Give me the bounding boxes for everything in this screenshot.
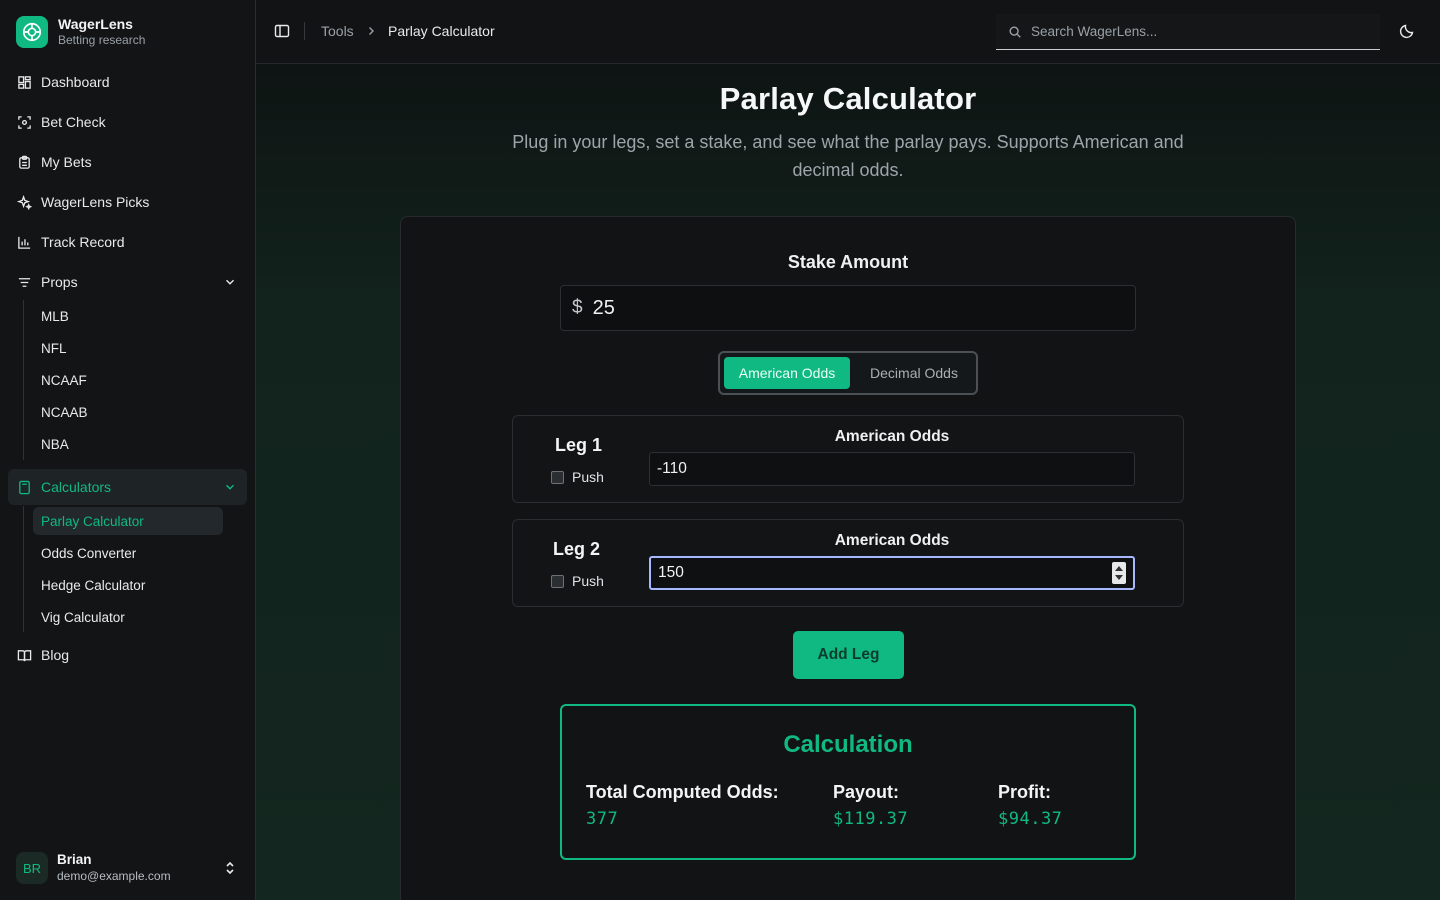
sidebar-item-label: Bet Check	[41, 114, 106, 130]
push-checkbox[interactable]	[551, 574, 564, 588]
total-odds-value: 377	[586, 809, 619, 829]
main-content: Parlay Calculator Plug in your legs, set…	[256, 65, 1440, 900]
sidebar-item-label: Calculators	[41, 479, 112, 495]
push-label: Push	[572, 573, 604, 589]
leg-card: Leg 2 Push American Odds	[512, 519, 1184, 607]
leg-title: Leg 1	[555, 435, 603, 455]
user-email: demo@example.com	[57, 869, 171, 883]
page-title: Parlay Calculator	[719, 81, 977, 116]
push-checkbox-row[interactable]: Push	[551, 573, 604, 589]
avatar: BR	[16, 852, 48, 884]
user-name: Brian	[57, 852, 92, 867]
sidebar-item-dashboard[interactable]: Dashboard	[8, 66, 247, 98]
moon-icon[interactable]	[1399, 23, 1415, 39]
payout-label: Payout:	[833, 782, 900, 802]
calculators-subnav-line	[23, 506, 24, 632]
push-checkbox-row[interactable]: Push	[551, 469, 604, 485]
leg-title: Leg 2	[553, 539, 601, 559]
leg-2-odds-input[interactable]	[658, 564, 1098, 582]
search-input[interactable]	[1031, 24, 1351, 39]
topbar: Tools Parlay Calculator	[256, 0, 1440, 64]
profit-label: Profit:	[998, 782, 1051, 802]
stake-input[interactable]	[592, 296, 1093, 320]
book-icon	[17, 649, 32, 661]
sidebar-item-label: Props	[41, 274, 78, 290]
brand-name: WagerLens	[58, 16, 133, 32]
calculation-title: Calculation	[783, 731, 913, 758]
search-icon	[1009, 25, 1021, 38]
scan-icon	[18, 115, 31, 129]
push-label: Push	[572, 469, 604, 485]
sidebar-toggle-icon[interactable]	[274, 23, 290, 39]
sidebar-item-my-bets[interactable]: My Bets	[8, 146, 247, 178]
push-checkbox[interactable]	[551, 470, 564, 484]
search-bar[interactable]	[996, 14, 1380, 50]
breadcrumb-tools[interactable]: Tools	[321, 22, 354, 40]
brand-subtitle: Betting research	[58, 33, 146, 47]
sidebar-subitem-ncaab[interactable]: NCAAB	[33, 398, 223, 426]
stake-label: Stake Amount	[787, 252, 909, 272]
add-leg-button[interactable]: Add Leg	[793, 631, 904, 679]
odds-format-toggle: American Odds Decimal Odds	[718, 351, 978, 395]
clipboard-icon	[19, 155, 30, 169]
breadcrumb-current: Parlay Calculator	[388, 23, 495, 39]
profit-stat: Profit: $94.37	[998, 780, 1062, 829]
calculator-icon	[19, 480, 30, 494]
currency-symbol: $	[572, 297, 583, 318]
payout-stat: Payout: $119.37	[833, 780, 908, 829]
sidebar-item-label: WagerLens Picks	[41, 194, 150, 210]
sidebar-subitem-nfl[interactable]: NFL	[33, 334, 223, 362]
sidebar-item-track-record[interactable]: Track Record	[8, 226, 247, 258]
leg-card: Leg 1 Push American Odds	[512, 415, 1184, 503]
sidebar-item-blog[interactable]: Blog	[8, 639, 247, 671]
stake-field[interactable]: $	[560, 285, 1136, 331]
sidebar: WagerLens Betting research Dashboard Bet…	[0, 0, 256, 900]
chevron-down-icon[interactable]	[223, 275, 237, 289]
filter-lines-icon	[18, 277, 31, 287]
odds-field[interactable]	[649, 452, 1135, 486]
total-odds-stat: Total Computed Odds: 377	[586, 780, 779, 829]
calculation-result: Calculation Total Computed Odds: 377 Pay…	[560, 704, 1136, 860]
sidebar-subitem-parlay-calculator[interactable]: Parlay Calculator	[33, 507, 223, 535]
number-stepper[interactable]	[1112, 562, 1126, 584]
sidebar-subitem-nba[interactable]: NBA	[33, 430, 223, 458]
dashboard-icon	[18, 75, 31, 89]
payout-value: $119.37	[833, 809, 909, 829]
sidebar-subitem-vig-calculator[interactable]: Vig Calculator	[33, 603, 223, 631]
page-description: Plug in your legs, set a stake, and see …	[512, 132, 1184, 180]
sidebar-item-wagerlens-picks[interactable]: WagerLens Picks	[8, 186, 247, 218]
sparkles-icon	[17, 194, 32, 210]
brand-logo-icon	[16, 16, 48, 48]
odds-label: American Odds	[834, 532, 950, 549]
chevron-down-icon[interactable]	[223, 480, 237, 494]
props-subnav-line	[23, 300, 24, 460]
chevron-right-icon	[369, 27, 374, 35]
calculator-card: Stake Amount $ American Odds Decimal Odd…	[400, 216, 1296, 900]
brand[interactable]: WagerLens Betting research	[16, 16, 145, 48]
total-odds-label: Total Computed Odds:	[586, 782, 779, 802]
chevrons-up-down-icon[interactable]	[222, 860, 238, 876]
leg-1-odds-input[interactable]	[657, 460, 1097, 478]
profit-value: $94.37	[998, 809, 1063, 829]
user-menu[interactable]: BR Brian demo@example.com	[16, 852, 240, 884]
sidebar-item-label: Track Record	[41, 234, 125, 250]
american-odds-option[interactable]: American Odds	[724, 357, 850, 389]
sidebar-subitem-ncaaf[interactable]: NCAAF	[33, 366, 223, 394]
sidebar-subitem-odds-converter[interactable]: Odds Converter	[33, 539, 223, 567]
sidebar-item-props[interactable]: Props	[8, 266, 247, 298]
topbar-divider	[304, 22, 305, 40]
odds-field[interactable]	[649, 556, 1135, 590]
sidebar-item-calculators[interactable]: Calculators	[8, 469, 247, 505]
odds-label: American Odds	[834, 428, 950, 445]
decimal-odds-option[interactable]: Decimal Odds	[854, 357, 974, 389]
sidebar-subitem-hedge-calculator[interactable]: Hedge Calculator	[33, 571, 223, 599]
sidebar-item-label: My Bets	[41, 154, 92, 170]
bar-chart-icon	[18, 236, 31, 249]
sidebar-item-bet-check[interactable]: Bet Check	[8, 106, 247, 138]
sidebar-item-label: Blog	[41, 647, 70, 663]
sidebar-subitem-mlb[interactable]: MLB	[33, 302, 223, 330]
sidebar-item-label: Dashboard	[41, 74, 110, 90]
